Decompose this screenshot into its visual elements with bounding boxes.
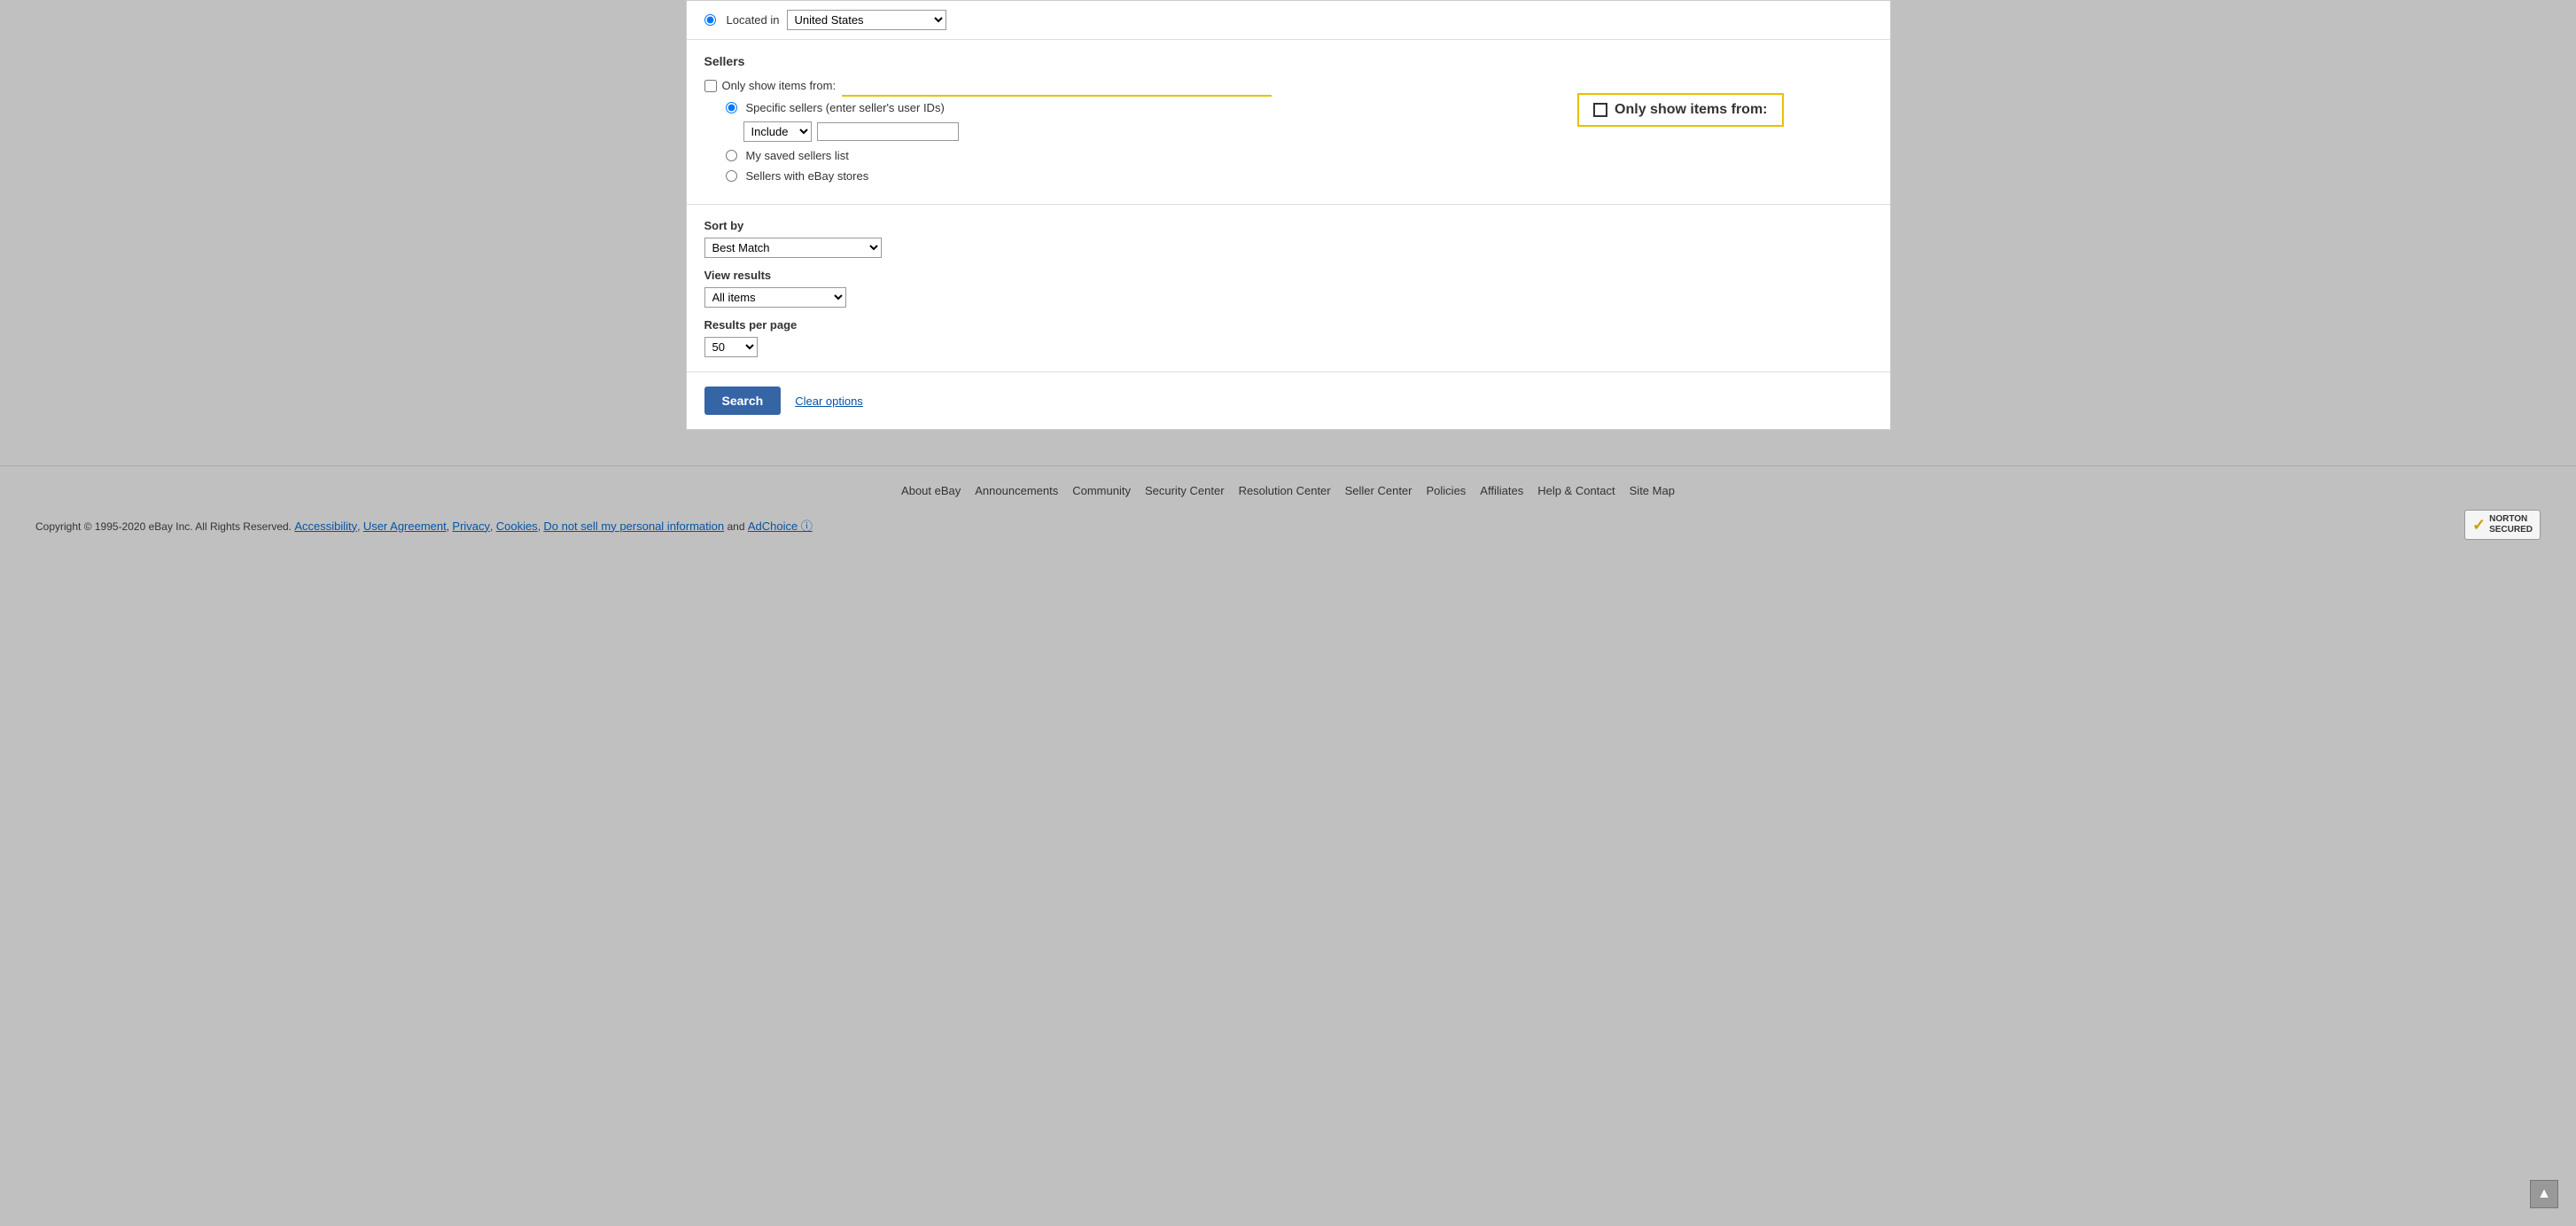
- sort-by-select[interactable]: Best Match Price: Lowest First Price: Hi…: [704, 238, 882, 258]
- specific-sellers-radio[interactable]: [726, 102, 737, 113]
- located-in-label: Located in: [727, 13, 780, 27]
- ebay-stores-row: Sellers with eBay stores: [726, 169, 1872, 183]
- accessibility-link[interactable]: Accessibility: [294, 519, 357, 533]
- footer-links: About eBay Announcements Community Secur…: [0, 484, 2576, 497]
- user-agreement-link[interactable]: User Agreement: [363, 519, 447, 533]
- search-form: Located in United States Canada United K…: [686, 0, 1891, 430]
- clear-options-link[interactable]: Clear options: [795, 394, 863, 408]
- footer-link-community[interactable]: Community: [1072, 484, 1131, 497]
- tooltip-checkbox-demo: [1593, 103, 1607, 117]
- tooltip-callout: Only show items from:: [1577, 93, 1783, 127]
- ebay-stores-radio[interactable]: [726, 170, 737, 182]
- copyright-text: Copyright © 1995-2020 eBay Inc. All Righ…: [35, 520, 292, 533]
- norton-badge: ✓ NORTON SECURED: [2464, 510, 2541, 540]
- do-not-sell-link[interactable]: Do not sell my personal information: [543, 519, 724, 533]
- cookies-link[interactable]: Cookies: [496, 519, 538, 533]
- my-saved-label: My saved sellers list: [746, 149, 849, 162]
- seller-id-input[interactable]: [817, 122, 959, 141]
- located-in-radio[interactable]: [704, 14, 716, 26]
- scroll-top-button[interactable]: ▲: [2530, 1180, 2558, 1208]
- privacy-link[interactable]: Privacy: [452, 519, 490, 533]
- norton-line1: NORTON: [2489, 514, 2533, 525]
- results-per-page-label: Results per page: [704, 318, 1872, 332]
- only-show-checkbox[interactable]: [704, 80, 717, 92]
- my-saved-row: My saved sellers list: [726, 149, 1872, 162]
- only-show-label: Only show items from:: [722, 79, 837, 92]
- footer-link-help[interactable]: Help & Contact: [1537, 484, 1615, 497]
- adchoice-link[interactable]: AdChoice ⓘ: [748, 519, 813, 533]
- located-in-select[interactable]: United States Canada United Kingdom Aust…: [787, 10, 946, 30]
- footer-link-about[interactable]: About eBay: [901, 484, 961, 497]
- include-select[interactable]: Include Exclude: [743, 121, 812, 142]
- search-button[interactable]: Search: [704, 387, 782, 415]
- ebay-stores-label: Sellers with eBay stores: [746, 169, 869, 183]
- only-show-row: Only show items from:: [704, 79, 1872, 92]
- footer-link-seller[interactable]: Seller Center: [1345, 484, 1413, 497]
- and-text: and: [727, 520, 744, 533]
- specific-sellers-label: Specific sellers (enter seller's user ID…: [746, 101, 945, 114]
- footer-copyright: Copyright © 1995-2020 eBay Inc. All Righ…: [35, 517, 813, 534]
- results-per-page-select[interactable]: 25 50 100 200: [704, 337, 758, 357]
- view-results-select[interactable]: All items Completed listings Sold listin…: [704, 287, 846, 308]
- sort-by-label: Sort by: [704, 219, 1872, 232]
- footer-bottom: Copyright © 1995-2020 eBay Inc. All Righ…: [0, 510, 2576, 540]
- sellers-title: Sellers: [704, 54, 1872, 68]
- located-in-row: Located in United States Canada United K…: [687, 1, 1890, 40]
- norton-line2: SECURED: [2489, 525, 2533, 535]
- norton-checkmark-icon: ✓: [2472, 516, 2486, 535]
- footer-link-policies[interactable]: Policies: [1427, 484, 1467, 497]
- view-results-label: View results: [704, 269, 1872, 282]
- footer-link-resolution[interactable]: Resolution Center: [1239, 484, 1331, 497]
- my-saved-radio[interactable]: [726, 150, 737, 161]
- tooltip-text: Only show items from:: [1615, 102, 1767, 118]
- norton-text: NORTON SECURED: [2489, 514, 2533, 535]
- footer-link-affiliates[interactable]: Affiliates: [1480, 484, 1523, 497]
- footer-link-sitemap[interactable]: Site Map: [1630, 484, 1675, 497]
- search-button-section: Search Clear options: [687, 372, 1890, 429]
- footer-link-announcements[interactable]: Announcements: [975, 484, 1058, 497]
- sellers-section: Sellers Only show items from: Only show …: [687, 40, 1890, 205]
- sort-section: Sort by Best Match Price: Lowest First P…: [687, 205, 1890, 372]
- footer-link-security[interactable]: Security Center: [1145, 484, 1225, 497]
- footer: About eBay Announcements Community Secur…: [0, 465, 2576, 558]
